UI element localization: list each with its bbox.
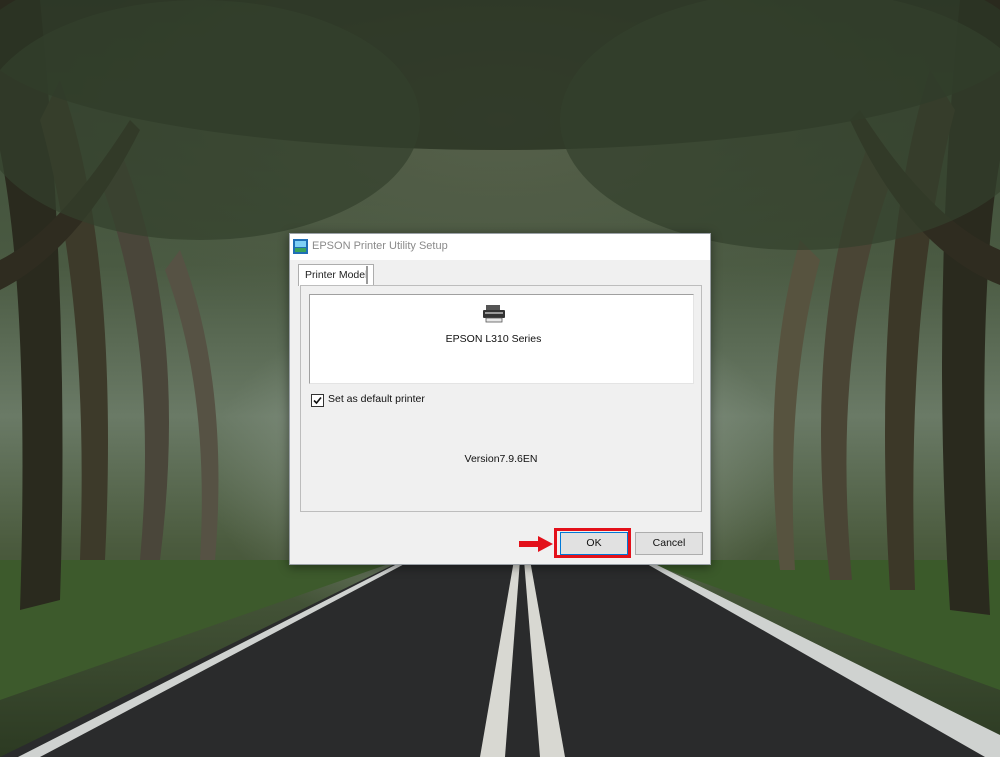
ok-highlight-box <box>554 528 631 558</box>
window-title: EPSON Printer Utility Setup <box>312 240 448 252</box>
setup-dialog: EPSON Printer Utility Setup Printer Mode… <box>289 233 711 565</box>
red-arrow-icon <box>519 536 553 552</box>
printer-model-list[interactable]: EPSON L310 Series <box>309 294 694 384</box>
tab-separator <box>366 266 368 284</box>
epson-app-icon <box>293 239 308 254</box>
version-text: Version7.9.6EN <box>464 453 538 465</box>
printer-model-name[interactable]: EPSON L310 Series <box>310 333 677 345</box>
checkmark-icon <box>313 396 322 405</box>
title-bar[interactable]: EPSON Printer Utility Setup <box>290 234 710 260</box>
printer-icon[interactable] <box>481 304 507 324</box>
default-printer-label[interactable]: Set as default printer <box>328 393 425 405</box>
tab-printer-model[interactable]: Printer Model <box>298 264 375 286</box>
tab-label: Printer Model <box>305 269 368 281</box>
cancel-button[interactable]: Cancel <box>635 532 703 555</box>
default-printer-checkbox[interactable] <box>311 394 324 407</box>
printer-model-panel: EPSON L310 Series Set as default printer… <box>300 285 702 512</box>
